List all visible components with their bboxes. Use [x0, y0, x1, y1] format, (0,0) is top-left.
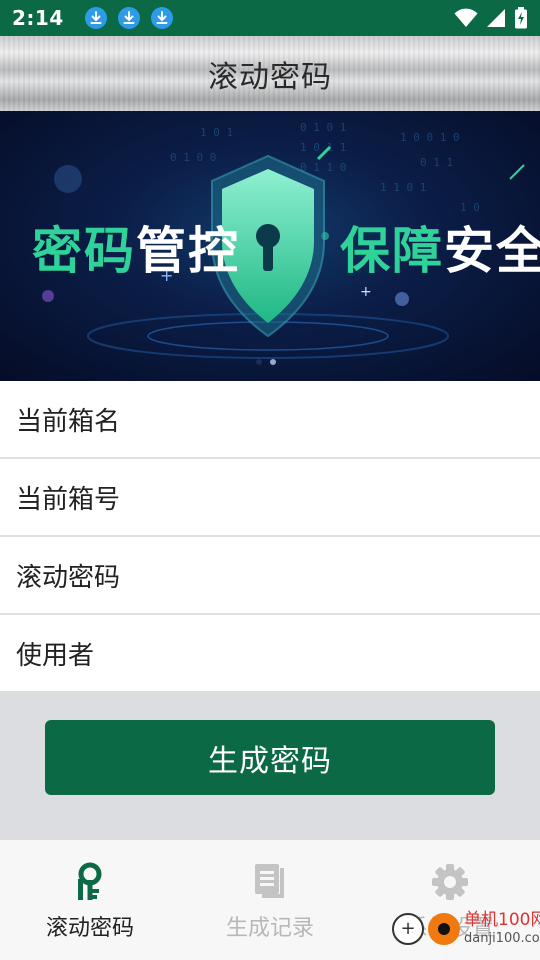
download-icon	[117, 7, 140, 29]
carousel-indicator	[256, 359, 276, 365]
field-box-number[interactable]: 当前箱号	[0, 459, 540, 537]
status-time: 2:14	[12, 6, 64, 30]
download-icon	[84, 7, 107, 29]
watermark-plus-icon: +	[392, 912, 424, 945]
svg-text:1 0 1: 1 0 1	[200, 126, 233, 139]
svg-text:+: +	[360, 284, 372, 300]
svg-text:1 0 0 1 0: 1 0 0 1 0	[400, 131, 460, 144]
watermark-eye-icon	[428, 912, 460, 945]
carousel-dot[interactable]	[256, 359, 262, 365]
banner-slogan-right: 保障安全	[340, 222, 540, 280]
nav-item-records[interactable]: 生成记录	[180, 840, 360, 960]
field-label: 当前箱号	[16, 484, 121, 515]
title-bar: 滚动密码	[0, 36, 540, 111]
watermark: + 单机100网 danji100.com	[392, 912, 540, 945]
svg-text:0 1 1 0: 0 1 1 0	[300, 161, 346, 174]
watermark-text: 单机100网	[464, 910, 540, 930]
watermark-url: danji100.com	[464, 931, 540, 946]
gear-icon	[432, 864, 468, 900]
svg-text:0 1 0 1: 0 1 0 1	[300, 121, 346, 134]
field-label: 使用者	[16, 640, 95, 671]
generate-password-button[interactable]: 生成密码	[45, 720, 495, 795]
field-label: 当前箱名	[16, 406, 121, 437]
field-box-name[interactable]: 当前箱名	[0, 381, 540, 459]
nav-label: 生成记录	[225, 916, 314, 941]
document-icon	[255, 864, 284, 898]
wifi-icon	[454, 8, 478, 27]
field-label: 滚动密码	[16, 562, 121, 593]
carousel-dot-active[interactable]	[270, 359, 276, 365]
banner-carousel[interactable]: 0 1 0 11 0 1 10 1 1 0 1 0 0 1 00 1 11 1 …	[0, 111, 540, 381]
field-rolling-password[interactable]: 滚动密码	[0, 537, 540, 615]
banner-slogan-left: 密码管控	[32, 222, 240, 280]
status-bar: 2:14	[0, 0, 540, 36]
svg-text:0 1 0 0: 0 1 0 0	[170, 151, 216, 164]
signal-icon	[487, 9, 505, 27]
nav-label: 滚动密码	[45, 916, 134, 941]
battery-charging-icon	[515, 7, 527, 29]
nav-item-rolling-password[interactable]: 滚动密码	[0, 840, 180, 960]
key-icon	[78, 862, 102, 900]
download-icon	[150, 7, 173, 29]
info-fields: 当前箱名 当前箱号 滚动密码 使用者	[0, 381, 540, 691]
svg-text:0 1 1: 0 1 1	[420, 156, 453, 169]
page-title: 滚动密码	[208, 59, 332, 95]
svg-text:1 1 0 1: 1 1 0 1	[380, 181, 426, 194]
field-user[interactable]: 使用者	[0, 615, 540, 691]
